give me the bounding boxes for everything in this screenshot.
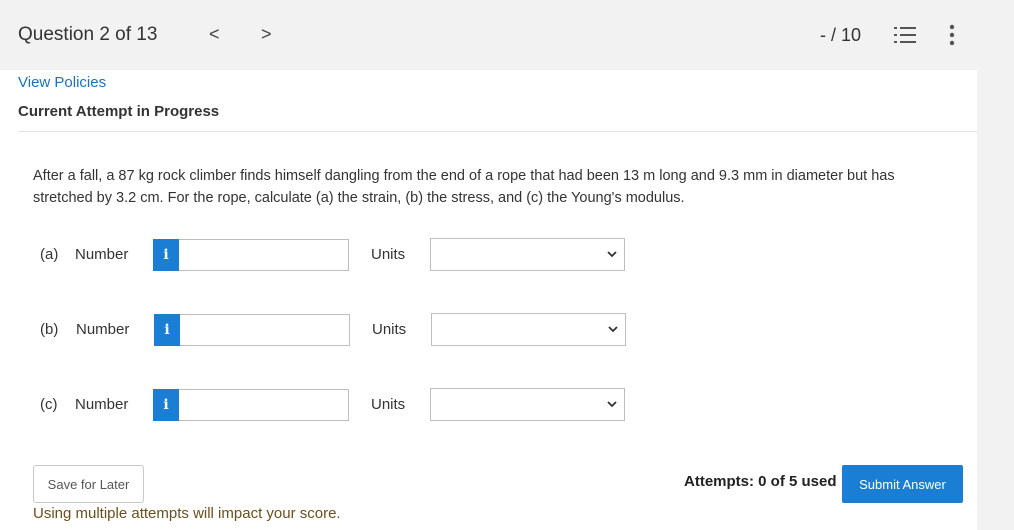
- numbered-list-icon[interactable]: [894, 26, 916, 44]
- part-c-units-select[interactable]: [430, 388, 625, 421]
- question-header: Question 2 of 13 < > - / 10: [0, 0, 1014, 70]
- question-counter: Question 2 of 13: [18, 24, 158, 45]
- info-icon[interactable]: i: [154, 314, 180, 346]
- submit-answer-button[interactable]: Submit Answer: [842, 465, 963, 503]
- info-icon[interactable]: i: [153, 239, 179, 271]
- attempts-count: Attempts: 0 of 5 used: [684, 473, 837, 490]
- part-a-units-label: Units: [371, 246, 406, 263]
- chevron-down-icon: [607, 251, 617, 258]
- part-b-units-label: Units: [372, 321, 407, 338]
- part-c-label: (c): [40, 396, 58, 413]
- save-for-later-button[interactable]: Save for Later: [33, 465, 144, 503]
- chevron-down-icon: [607, 401, 617, 408]
- part-a-label: (a): [40, 246, 59, 263]
- question-panel: [0, 70, 977, 530]
- previous-question-button[interactable]: <: [209, 24, 220, 45]
- part-b-number-label: Number: [76, 321, 130, 338]
- info-icon[interactable]: i: [153, 389, 179, 421]
- part-a-units-select[interactable]: [430, 238, 625, 271]
- part-b-number-input[interactable]: [180, 314, 350, 346]
- part-a-number-input[interactable]: [179, 239, 349, 271]
- part-c-number-label: Number: [75, 396, 129, 413]
- question-text: After a fall, a 87 kg rock climber finds…: [33, 168, 895, 206]
- attempts-warning: Using multiple attempts will impact your…: [33, 505, 341, 522]
- divider: [18, 131, 977, 132]
- question-score: - / 10: [820, 25, 862, 45]
- part-b-label: (b): [40, 321, 59, 338]
- chevron-down-icon: [608, 326, 618, 333]
- more-vertical-icon[interactable]: [946, 24, 958, 46]
- attempt-status: Current Attempt in Progress: [18, 103, 220, 120]
- next-question-button[interactable]: >: [261, 24, 272, 45]
- part-a-number-label: Number: [75, 246, 129, 263]
- part-c-units-label: Units: [371, 396, 406, 413]
- part-b-units-select[interactable]: [431, 313, 626, 346]
- part-c-number-input[interactable]: [179, 389, 349, 421]
- view-policies-link[interactable]: View Policies: [18, 74, 106, 91]
